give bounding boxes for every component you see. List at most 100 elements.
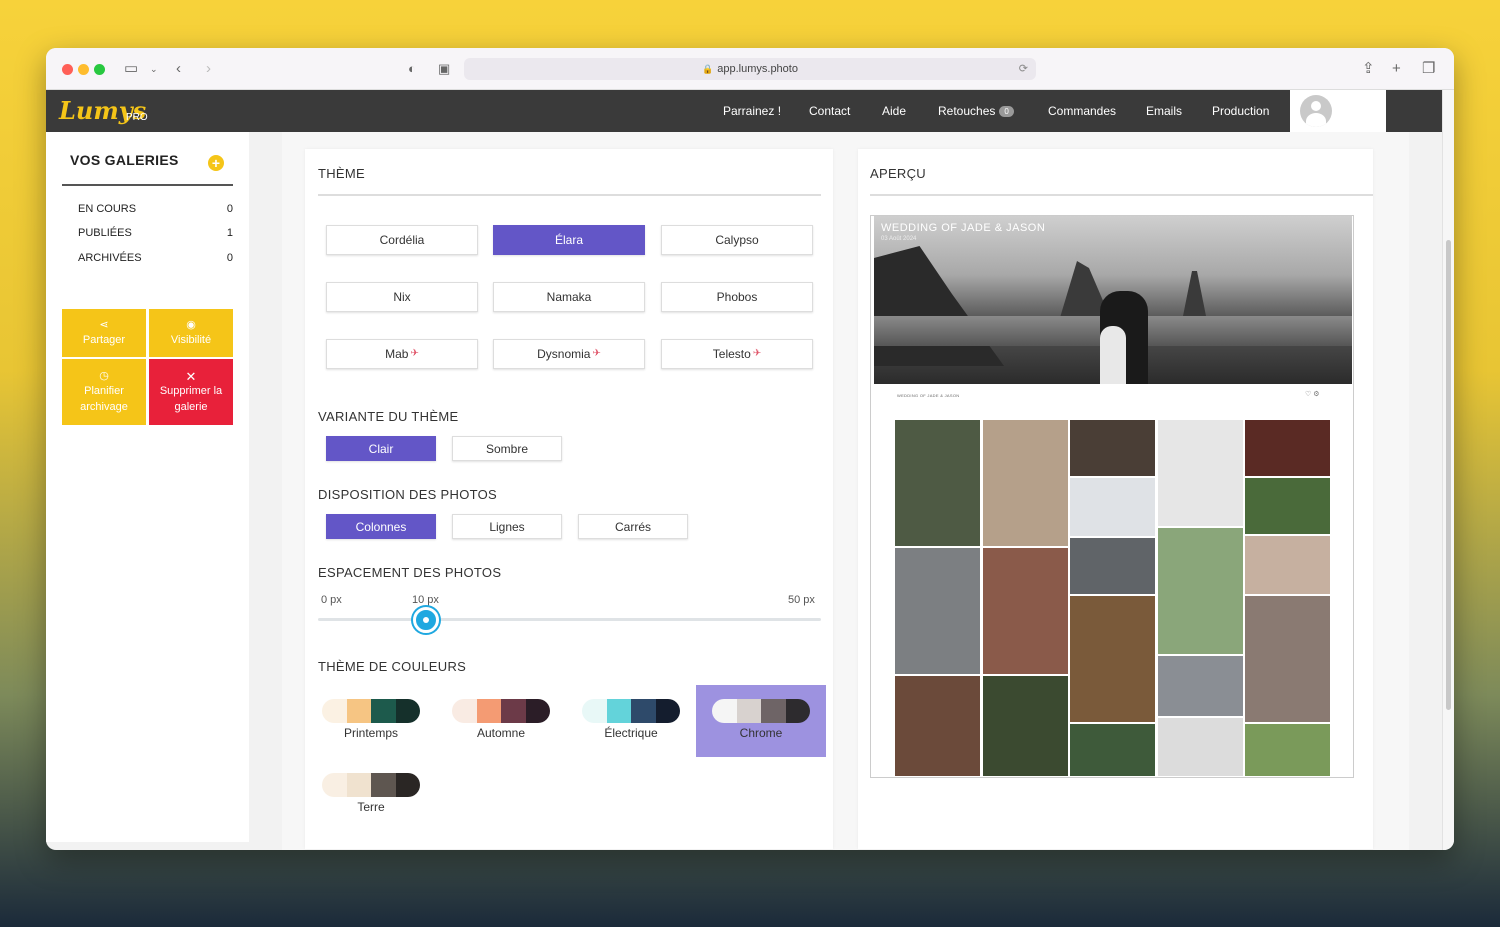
scrollbar-thumb[interactable] — [1446, 240, 1451, 710]
spacing-max-label: 50 px — [788, 594, 815, 606]
palette-swatches — [322, 699, 420, 723]
palette-swatches — [322, 773, 420, 797]
gallery-thumbnail[interactable] — [1070, 538, 1155, 594]
gallery-thumbnail[interactable] — [1070, 724, 1155, 776]
chevron-down-icon[interactable]: ⌄ — [150, 59, 158, 79]
sidebar-item-archivees[interactable]: ARCHIVÉES 0 — [78, 252, 233, 264]
palette-electrique[interactable]: Électrique — [566, 685, 696, 757]
address-bar[interactable]: 🔒 app.lumys.photo ⟳ — [464, 58, 1036, 80]
zoom-window-button[interactable] — [94, 64, 105, 75]
gallery-thumbnail[interactable] — [895, 548, 980, 674]
layout-lignes-button[interactable]: Lignes — [452, 514, 562, 539]
variant-clair-button[interactable]: Clair — [326, 436, 436, 461]
sidebar-item-en-cours[interactable]: EN COURS 0 — [78, 203, 233, 215]
back-icon[interactable]: ‹ — [176, 59, 181, 79]
gallery-thumbnail[interactable] — [1245, 536, 1330, 594]
user-avatar-icon[interactable] — [1300, 95, 1332, 127]
palette-chrome[interactable]: Chrome — [696, 685, 826, 757]
gallery-thumbnail[interactable] — [1245, 596, 1330, 722]
gallery-thumbnail[interactable] — [1070, 420, 1155, 476]
theme-namaka-button[interactable]: Namaka — [493, 282, 645, 312]
gallery-thumbnail[interactable] — [1157, 528, 1243, 654]
spacing-slider-track[interactable] — [318, 618, 821, 621]
premium-plane-icon: ✈ — [752, 348, 762, 359]
gallery-thumbnail[interactable] — [1157, 656, 1243, 716]
theme-button-label: Namaka — [546, 290, 592, 304]
theme-button-label: Cordélia — [379, 233, 425, 247]
tabs-overview-icon[interactable]: ❐ — [1422, 59, 1435, 79]
layout-carres-button[interactable]: Carrés — [578, 514, 688, 539]
palette-terre[interactable]: Terre — [306, 759, 436, 831]
theme-telesto-button[interactable]: Telesto ✈ — [661, 339, 813, 369]
share-icon: ⋖ — [99, 318, 109, 331]
nav-parrainez[interactable]: Parrainez ! — [723, 104, 781, 118]
nav-emails[interactable]: Emails — [1146, 104, 1182, 118]
gallery-thumbnail[interactable] — [1245, 724, 1330, 776]
close-window-button[interactable] — [62, 64, 73, 75]
gallery-thumbnail[interactable] — [1245, 478, 1330, 534]
theme-phobos-button[interactable]: Phobos — [661, 282, 813, 312]
nav-contact[interactable]: Contact — [809, 104, 850, 118]
gallery-thumbnail[interactable] — [895, 420, 980, 546]
schedule-archive-button[interactable]: ◷ Planifier archivage — [62, 359, 146, 425]
share-toolbar-icon[interactable]: ⇪ — [1362, 59, 1375, 79]
nav-retouches[interactable]: Retouches 0 — [938, 104, 1014, 118]
delete-gallery-button[interactable]: ✕ Supprimer la galerie — [149, 359, 233, 425]
gallery-thumbnail[interactable] — [895, 676, 980, 776]
sidebar-item-label: PUBLIÉES — [78, 227, 132, 239]
palette-automne[interactable]: Automne — [436, 685, 566, 757]
notion-extension-icon[interactable]: ▣ — [438, 59, 450, 79]
sidebar-item-count: 0 — [226, 203, 233, 215]
preview-heart-icon: ♡ ⚙ — [1305, 391, 1320, 398]
new-tab-icon[interactable]: + — [1392, 59, 1401, 79]
variant-sombre-button[interactable]: Sombre — [452, 436, 562, 461]
forward-icon[interactable]: › — [206, 59, 211, 79]
theme-cordelia-button[interactable]: Cordélia — [326, 225, 478, 255]
app-navbar: Lumys PRO Parrainez ! Contact Aide Retou… — [46, 90, 1442, 132]
sidebar-item-label: EN COURS — [78, 203, 137, 215]
theme-elara-button[interactable]: Élara — [493, 225, 645, 255]
sidebar-title: VOS GALERIES — [70, 152, 179, 168]
gallery-thumbnail[interactable] — [982, 420, 1068, 546]
page-scrollbar[interactable] — [1442, 90, 1454, 850]
palette-printemps[interactable]: Printemps — [306, 685, 436, 757]
add-gallery-icon[interactable]: + — [208, 155, 224, 171]
spacing-slider-handle[interactable] — [413, 607, 439, 633]
theme-calypso-button[interactable]: Calypso — [661, 225, 813, 255]
nav-aide[interactable]: Aide — [882, 104, 906, 118]
theme-button-label: Telesto — [712, 347, 751, 361]
gallery-thumbnail[interactable] — [1157, 420, 1243, 526]
sidebar-toggle-icon[interactable]: ▭ — [124, 59, 138, 79]
palette-label: Électrique — [604, 726, 658, 740]
variant-section-title: VARIANTE DU THÈME — [318, 409, 459, 424]
theme-mab-button[interactable]: Mab ✈ — [326, 339, 478, 369]
gallery-thumbnail[interactable] — [1070, 478, 1155, 536]
lock-icon: 🔒 — [702, 64, 714, 74]
url-text: app.lumys.photo — [717, 63, 798, 75]
sidebar-divider — [62, 184, 233, 186]
sidebar-item-publiees[interactable]: PUBLIÉES 1 — [78, 227, 233, 239]
nav-commandes[interactable]: Commandes — [1048, 104, 1116, 118]
spacing-min-label: 0 px — [321, 594, 342, 606]
share-gallery-button[interactable]: ⋖ Partager — [62, 309, 146, 357]
nav-production[interactable]: Production — [1212, 104, 1269, 118]
layout-section-title: DISPOSITION DES PHOTOS — [318, 487, 498, 502]
minimize-window-button[interactable] — [78, 64, 89, 75]
theme-button-label: Nix — [393, 290, 411, 304]
layout-colonnes-button[interactable]: Colonnes — [326, 514, 436, 539]
gallery-thumbnail[interactable] — [1157, 718, 1243, 776]
gallery-thumbnail[interactable] — [1245, 420, 1330, 476]
preview-caption: WEDDING OF JADE & JASON — [897, 393, 960, 398]
gallery-thumbnail[interactable] — [982, 676, 1068, 776]
galleries-sidebar: VOS GALERIES + EN COURS 0 PUBLIÉES 1 ARC… — [46, 132, 249, 842]
theme-nix-button[interactable]: Nix — [326, 282, 478, 312]
reload-icon[interactable]: ⟳ — [1019, 58, 1028, 80]
sidebar-item-count: 0 — [226, 252, 233, 264]
palette-label: Chrome — [739, 726, 783, 740]
visibility-button[interactable]: ◉ Visibilité — [149, 309, 233, 357]
theme-dysnomia-button[interactable]: Dysnomia ✈ — [493, 339, 645, 369]
gallery-thumbnail[interactable] — [982, 548, 1068, 674]
privacy-shield-icon[interactable]: ◐ — [408, 59, 416, 79]
gallery-thumbnail[interactable] — [1070, 596, 1155, 722]
palette-label: Automne — [476, 726, 526, 740]
